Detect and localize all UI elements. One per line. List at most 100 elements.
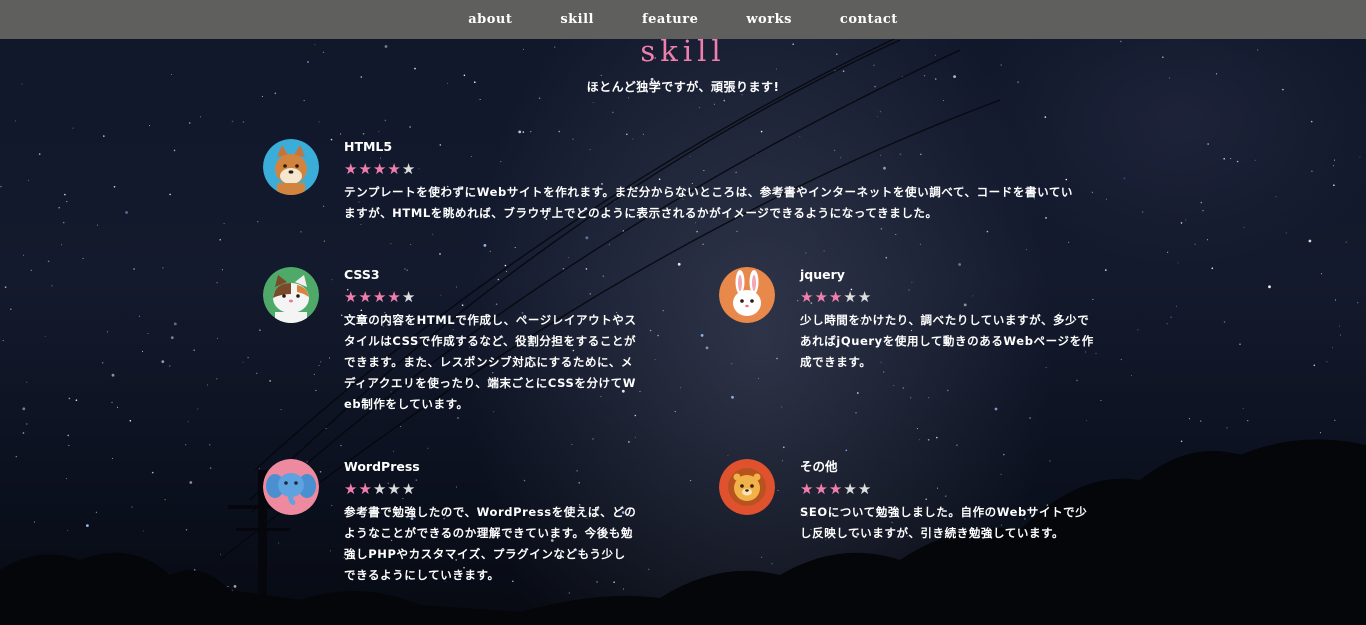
star-dot: [47, 260, 50, 263]
star-dot: [483, 244, 487, 247]
star-dot: [1200, 201, 1203, 204]
star-dot: [600, 74, 602, 76]
lion-icon: [719, 459, 775, 515]
star-dot: [143, 530, 145, 532]
star-dot: [958, 263, 961, 266]
calico-cat-icon: [263, 267, 319, 323]
star-dot: [1076, 379, 1078, 382]
star-dot: [340, 133, 341, 135]
star-dot: [410, 244, 412, 246]
star-dot: [783, 446, 785, 449]
star-filled-icon: ★: [358, 480, 373, 498]
star-dot: [731, 395, 734, 399]
star-filled-icon: ★: [800, 288, 815, 306]
star-dot: [64, 193, 66, 196]
star-dot: [1359, 156, 1361, 158]
star-dot: [1334, 299, 1336, 301]
star-dot: [1029, 417, 1031, 419]
star-dot: [761, 556, 763, 558]
star-dot: [432, 233, 434, 235]
star-dot: [1285, 232, 1287, 234]
star-dot: [1334, 419, 1336, 421]
star-dot: [571, 443, 573, 445]
star-dot: [1236, 160, 1239, 163]
star-dot: [221, 269, 223, 271]
star-dot: [885, 256, 888, 259]
nav-link-works[interactable]: works: [746, 12, 792, 27]
star-dot: [170, 336, 174, 339]
star-dot: [489, 250, 491, 252]
top-navigation: about skill feature works contact: [0, 0, 1366, 39]
star-dot: [1137, 329, 1139, 331]
star-dot: [258, 467, 260, 469]
star-dot: [259, 329, 261, 332]
star-dot: [698, 107, 700, 109]
star-dot: [51, 285, 53, 287]
star-dot: [66, 201, 68, 202]
star-dot: [233, 585, 237, 588]
star-dot: [362, 133, 365, 135]
star-dot: [125, 211, 128, 214]
star-dot: [1185, 219, 1187, 221]
nav-link-skill[interactable]: skill: [560, 12, 594, 27]
star-dot: [1216, 73, 1218, 75]
star-dot: [111, 373, 115, 377]
rating-stars: ★★★★★: [344, 479, 664, 499]
star-dot: [760, 130, 763, 133]
skill-name: その他: [800, 459, 838, 474]
star-dot: [893, 385, 895, 386]
description-line: 文章の内容をHTMLで作成し、ページレイアウトやス: [344, 313, 637, 327]
star-dot: [15, 456, 17, 458]
star-dot: [22, 407, 26, 411]
star-dot: [702, 243, 704, 246]
nav-link-contact[interactable]: contact: [840, 12, 898, 27]
rating-stars: ★★★★★: [344, 287, 664, 307]
star-dot: [162, 267, 164, 269]
star-dot: [216, 378, 218, 380]
star-dot: [280, 409, 282, 411]
star-filled-icon: ★: [814, 288, 829, 306]
star-dot: [1003, 453, 1005, 456]
star-dot: [608, 244, 610, 246]
star-dot: [216, 282, 218, 284]
description-line: テンプレートを使わずにWebサイトを作れます。まだ分からないところは、参考書やイ…: [344, 185, 1074, 199]
star-empty-icon: ★: [843, 480, 858, 498]
star-dot: [400, 426, 402, 428]
star-dot: [65, 478, 67, 480]
star-dot: [855, 412, 857, 414]
star-dot: [1345, 241, 1347, 243]
skill-name: HTML5: [344, 139, 393, 154]
nav-link-feature[interactable]: feature: [642, 12, 698, 27]
star-dot: [1100, 400, 1102, 401]
star-dot: [1223, 321, 1226, 323]
nav-link-about[interactable]: about: [468, 12, 512, 27]
star-empty-icon: ★: [857, 288, 873, 306]
skill-description: 参考書で勉強したので、WordPressを使えば、どの ようなことができるのか理…: [344, 502, 664, 586]
star-dot: [313, 373, 315, 375]
star-dot: [330, 138, 333, 141]
star-dot: [111, 401, 113, 403]
star-dot: [188, 122, 191, 124]
star-dot: [197, 408, 199, 410]
star-dot: [75, 399, 78, 402]
star-dot: [857, 392, 859, 394]
star-dot: [1086, 420, 1088, 422]
star-dot: [1243, 227, 1245, 228]
star-dot: [592, 102, 594, 103]
star-dot: [34, 521, 35, 523]
star-dot: [918, 439, 920, 441]
star-dot: [936, 436, 938, 439]
star-dot: [1333, 184, 1335, 186]
star-dot: [771, 563, 773, 565]
star-dot: [113, 186, 116, 188]
rating-stars: ★★★★★: [800, 479, 1120, 499]
star-dot: [231, 120, 234, 123]
star-dot: [777, 489, 779, 491]
star-dot: [626, 133, 628, 136]
star-dot: [131, 506, 133, 508]
star-dot: [1194, 243, 1196, 245]
star-dot: [1188, 418, 1190, 420]
star-dot: [133, 268, 135, 270]
star-dot: [592, 438, 594, 440]
star-filled-icon: ★: [344, 480, 359, 498]
